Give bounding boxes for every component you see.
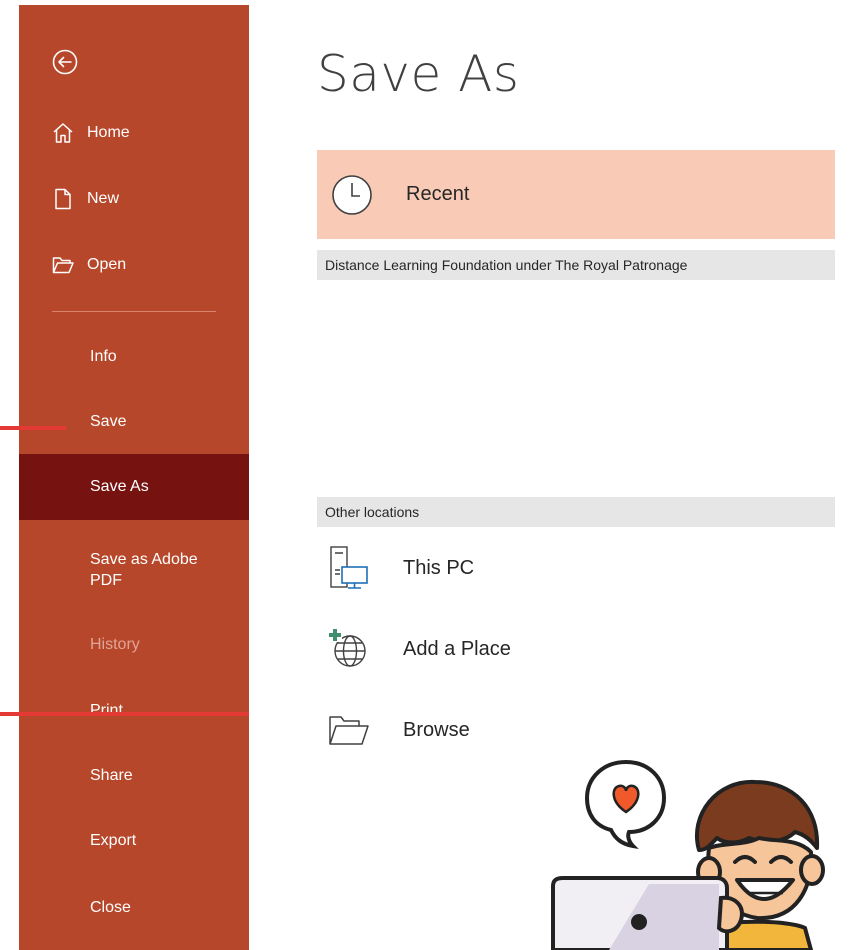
other-locations-label: Other locations	[325, 504, 420, 520]
browse-folder-icon	[329, 716, 369, 745]
location-this-pc[interactable]: This PC	[317, 535, 835, 601]
browse-label: Browse	[403, 718, 470, 741]
nav-save-as-pdf-label: Save as Adobe PDF	[90, 551, 198, 589]
nav-new-label: New	[87, 190, 120, 207]
recent-label: Recent	[406, 183, 470, 205]
nav-share[interactable]: Share	[19, 748, 249, 804]
nav-history: History	[19, 617, 249, 673]
computer-icon	[330, 546, 368, 589]
back-button[interactable]	[50, 47, 80, 77]
add-place-label: Add a Place	[403, 637, 511, 660]
nav-save[interactable]: Save	[19, 394, 249, 450]
other-locations-header: Other locations	[317, 497, 835, 527]
nav-print[interactable]: Print	[19, 683, 249, 739]
heart-speech-bubble-icon	[584, 760, 667, 850]
callout-line-save	[0, 426, 66, 430]
nav-save-as-label: Save As	[90, 478, 149, 495]
org-section-header: Distance Learning Foundation under The R…	[317, 250, 835, 280]
nav-save-as[interactable]: Save As	[19, 454, 249, 520]
location-browse[interactable]: Browse	[317, 697, 835, 763]
nav-home-label: Home	[87, 124, 130, 141]
new-document-icon	[55, 188, 71, 210]
back-arrow-icon	[52, 49, 78, 75]
nav-open[interactable]: Open	[19, 237, 249, 293]
nav-share-label: Share	[90, 767, 133, 784]
page-title: Save As	[317, 45, 520, 103]
org-section-header-label: Distance Learning Foundation under The R…	[325, 257, 688, 273]
nav-save-as-pdf[interactable]: Save as Adobe PDF	[19, 535, 249, 605]
open-folder-icon	[52, 257, 74, 274]
this-pc-label: This PC	[403, 556, 475, 579]
boy-with-laptop-sticker	[551, 760, 825, 950]
nav-open-label: Open	[87, 256, 127, 273]
nav-export[interactable]: Export	[19, 813, 249, 869]
nav-info[interactable]: Info	[19, 329, 249, 385]
sidebar-divider	[52, 311, 216, 312]
nav-print-label: Print	[90, 702, 123, 719]
add-place-globe-icon	[328, 628, 366, 667]
nav-history-label: History	[90, 636, 140, 653]
nav-new[interactable]: New	[19, 171, 249, 227]
recent-location[interactable]: Recent	[317, 150, 835, 239]
nav-info-label: Info	[90, 348, 117, 365]
clock-icon	[332, 174, 372, 215]
nav-home[interactable]: Home	[19, 105, 249, 161]
home-icon	[53, 123, 73, 143]
nav-export-label: Export	[90, 832, 137, 849]
nav-save-label: Save	[90, 413, 127, 430]
nav-close-label: Close	[90, 899, 131, 916]
nav-close[interactable]: Close	[19, 880, 249, 936]
location-add-place[interactable]: Add a Place	[317, 616, 835, 682]
backstage-sidebar: Home New Open Info Save Save As Save as …	[19, 5, 249, 950]
